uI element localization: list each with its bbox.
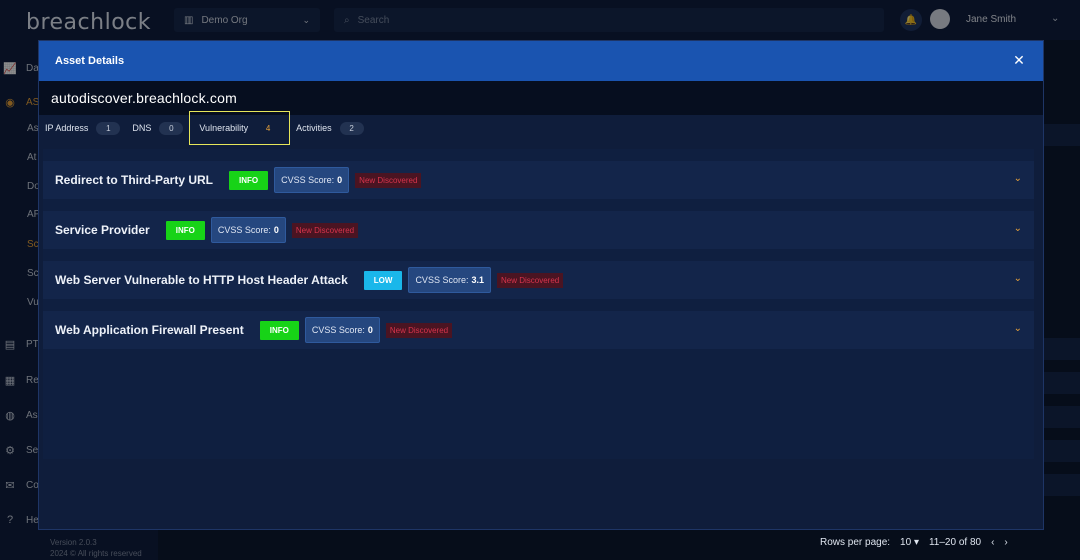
asset-details-modal: Asset Details ✕ autodiscover.breachlock.… — [38, 40, 1044, 530]
severity-badge: INFO — [259, 320, 299, 340]
vulnerability-row[interactable]: Web Application Firewall Present INFO CV… — [43, 311, 1034, 349]
bell-icon[interactable]: 🔔 — [900, 9, 922, 31]
vulnerability-row[interactable]: Redirect to Third-Party URL INFO CVSS Sc… — [43, 161, 1034, 199]
sidebar-item-label: Sc — [27, 238, 39, 250]
tab-vulnerability[interactable]: Vulnerability 4 — [189, 111, 291, 145]
tab-ip-address[interactable]: IP Address 1 — [39, 111, 126, 145]
sidebar-item-label: He — [26, 514, 39, 526]
report-icon: ▦ — [4, 374, 16, 387]
chevron-down-icon[interactable]: ⌄ — [1014, 323, 1022, 334]
sidebar-item-label: Da — [26, 62, 39, 74]
cvss-score: CVSS Score: 3.1 — [408, 267, 491, 293]
page-range: 11–20 of 80 — [928, 536, 982, 548]
severity-badge: INFO — [229, 170, 269, 190]
status-badge: New Discovered — [496, 272, 564, 288]
avatar[interactable] — [930, 9, 950, 29]
sidebar-item-label: Sc — [27, 267, 39, 279]
pagination: Rows per page: 10 ▾ 11–20 of 80 ‹ › — [820, 532, 1080, 552]
sidebar-item-label: Co — [26, 479, 39, 491]
vulnerability-title: Service Provider — [55, 223, 150, 237]
version-text: Version 2.0.3 — [50, 538, 97, 547]
chevron-down-icon[interactable]: ⌄ — [1014, 273, 1022, 284]
search-placeholder: Search — [357, 14, 390, 26]
org-selector[interactable]: ▥ Demo Org ⌄ — [174, 8, 320, 32]
modal-tabs: IP Address 1 DNS 0 Vulnerability 4 Activ… — [39, 111, 370, 145]
vulnerability-title: Web Application Firewall Present — [55, 323, 244, 337]
vulnerability-row[interactable]: Service Provider INFO CVSS Score: 0 New D… — [43, 211, 1034, 249]
chevron-down-icon: ⌄ — [302, 14, 310, 25]
prev-page-button[interactable]: ‹ — [991, 537, 994, 548]
cvss-score: CVSS Score: 0 — [210, 217, 286, 243]
chevron-down-icon[interactable]: ⌄ — [1014, 173, 1022, 184]
topbar: ▥ Demo Org ⌄ ⌕ Search 🔔 Jane Smith ⌄ — [158, 0, 1080, 40]
asset-name-bar: autodiscover.breachlock.com — [39, 81, 1043, 115]
help-icon: ? — [6, 514, 14, 526]
document-icon: ▤ — [4, 338, 16, 351]
tab-count: 0 — [159, 121, 184, 135]
sidebar-item-label: Se — [26, 444, 39, 456]
vulnerability-title: Redirect to Third-Party URL — [55, 173, 214, 187]
org-selector-label: Demo Org — [201, 14, 248, 26]
status-badge: New Discovered — [291, 222, 359, 238]
logo: breachlock — [26, 10, 151, 35]
tab-label: DNS — [132, 123, 152, 133]
vulnerability-row[interactable]: Web Server Vulnerable to HTTP Host Heade… — [43, 261, 1034, 299]
search-icon: ⌕ — [344, 14, 350, 26]
chat-icon: ✉ — [5, 479, 15, 492]
chevron-down-icon[interactable]: ⌄ — [1051, 13, 1059, 24]
tab-label: IP Address — [45, 123, 89, 133]
search-input[interactable]: ⌕ Search — [334, 8, 884, 32]
tab-label: Activities — [296, 123, 332, 133]
table-row — [1044, 124, 1080, 146]
close-icon[interactable]: ✕ — [1011, 52, 1027, 68]
next-page-button[interactable]: › — [1004, 537, 1007, 548]
chart-icon: 📈 — [3, 62, 17, 75]
sidebar-item-label: As — [26, 409, 38, 421]
rows-per-page-select[interactable]: 10 ▾ — [900, 537, 919, 548]
gear-icon: ⚙ — [5, 444, 15, 457]
sidebar-item-label: PT — [26, 338, 39, 350]
sidebar-footer: Version 2.0.3 2024 © All rights reserved — [50, 537, 142, 559]
tab-dns[interactable]: DNS 0 — [126, 111, 189, 145]
copyright-text: 2024 © All rights reserved — [50, 549, 142, 558]
modal-header: Asset Details ✕ — [39, 41, 1043, 81]
severity-badge: INFO — [165, 220, 205, 240]
severity-badge: LOW — [363, 270, 403, 290]
chevron-down-icon[interactable]: ⌄ — [1014, 223, 1022, 234]
sidebar-item-label: As — [27, 122, 39, 134]
table-row — [1044, 338, 1080, 360]
status-badge: New Discovered — [385, 322, 453, 338]
tab-activities[interactable]: Activities 2 — [290, 111, 370, 145]
globe-icon: ◍ — [5, 409, 15, 422]
table-row — [1044, 474, 1080, 496]
asset-name: autodiscover.breachlock.com — [51, 90, 237, 106]
tab-label: Vulnerability — [199, 123, 249, 133]
vulnerability-list: Redirect to Third-Party URL INFO CVSS Sc… — [43, 149, 1034, 459]
table-row — [1044, 372, 1080, 394]
cvss-score: CVSS Score: 0 — [274, 167, 350, 193]
vulnerability-title: Web Server Vulnerable to HTTP Host Heade… — [55, 273, 348, 287]
sidebar-item-label: At — [27, 151, 37, 163]
building-icon: ▥ — [184, 14, 194, 26]
tab-count: 2 — [339, 121, 364, 135]
cvss-score: CVSS Score: 0 — [304, 317, 380, 343]
tab-count: 1 — [96, 121, 121, 135]
target-icon: ◉ — [5, 96, 15, 109]
status-badge: New Discovered — [355, 172, 422, 188]
tab-count: 4 — [265, 123, 271, 133]
rows-per-page-label: Rows per page: — [820, 536, 891, 548]
table-row — [1044, 440, 1080, 462]
modal-title: Asset Details — [55, 55, 125, 67]
sidebar-item-label: Re — [26, 374, 39, 386]
table-row — [1044, 406, 1080, 428]
user-name[interactable]: Jane Smith — [966, 14, 1016, 25]
